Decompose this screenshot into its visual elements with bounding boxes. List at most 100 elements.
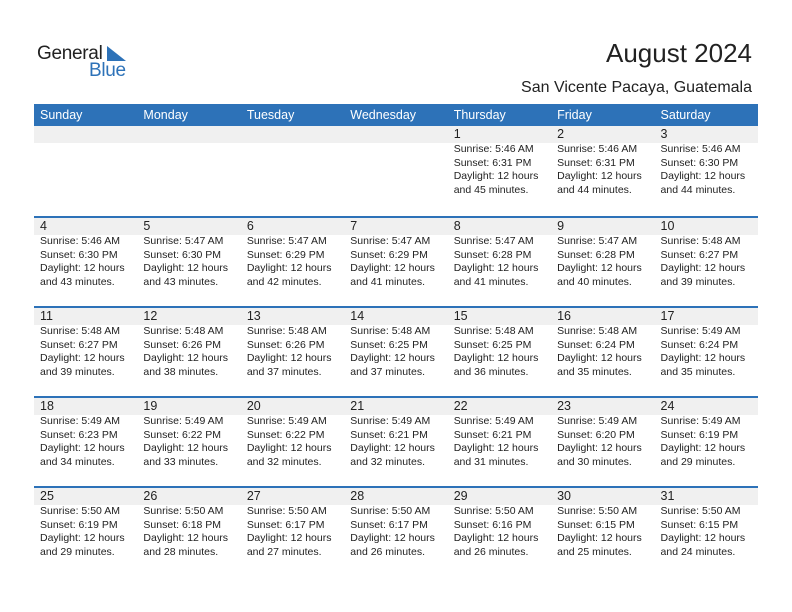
- daylight-text: and 45 minutes.: [453, 183, 529, 196]
- sunset-text: Sunset: 6:26 PM: [143, 338, 222, 351]
- day-cell: 23 Sunrise: 5:49 AM Sunset: 6:20 PM Dayligh…: [551, 398, 654, 469]
- sunrise-text: Sunrise: 5:49 AM: [557, 415, 638, 427]
- day-number: 9: [557, 219, 565, 233]
- daylight-text: Daylight: 12 hours: [143, 262, 229, 274]
- daylight-text: Daylight: 12 hours: [660, 170, 746, 182]
- daylight-text: and 27 minutes.: [246, 545, 322, 558]
- daylight-text: Daylight: 12 hours: [453, 170, 539, 182]
- daylight-text: Daylight: 12 hours: [557, 352, 642, 364]
- daylight-text: and 35 minutes.: [660, 365, 736, 378]
- day-number: 19: [143, 399, 158, 413]
- day-cell: 27 Sunrise: 5:50 AM Sunset: 6:17 PM Dayligh…: [241, 488, 344, 559]
- sunrise-text: Sunrise: 5:49 AM: [660, 415, 741, 427]
- day-number: 30: [557, 489, 572, 503]
- sunrise-text: Sunrise: 5:48 AM: [660, 235, 741, 247]
- sunrise-text: Sunrise: 5:48 AM: [246, 325, 327, 337]
- daylight-text: and 37 minutes.: [350, 365, 425, 378]
- sunset-text: Sunset: 6:19 PM: [40, 518, 118, 531]
- daylight-text: Daylight: 12 hours: [246, 352, 332, 364]
- sunset-text: Sunset: 6:19 PM: [660, 428, 739, 441]
- day-number: 14: [350, 309, 365, 323]
- day-number: 31: [660, 489, 675, 503]
- week-row: 25 Sunrise: 5:50 AM Sunset: 6:19 PM Dayligh…: [34, 486, 758, 576]
- sunset-text: Sunset: 6:22 PM: [143, 428, 222, 441]
- daylight-text: Daylight: 12 hours: [660, 532, 746, 544]
- sunset-text: Sunset: 6:28 PM: [557, 248, 635, 261]
- daylight-text: Daylight: 12 hours: [557, 262, 642, 274]
- sunrise-text: Sunrise: 5:49 AM: [660, 325, 741, 337]
- daylight-text: Daylight: 12 hours: [660, 442, 746, 454]
- sunrise-text: Sunrise: 5:46 AM: [557, 143, 638, 155]
- daylight-text: and 32 minutes.: [350, 455, 425, 468]
- daylight-text: and 43 minutes.: [143, 275, 219, 288]
- location-subtitle: San Vicente Pacaya, Guatemala: [521, 79, 752, 96]
- sunrise-text: Sunrise: 5:48 AM: [453, 325, 534, 337]
- daylight-text: Daylight: 12 hours: [40, 352, 125, 364]
- daylight-text: Daylight: 12 hours: [143, 352, 229, 364]
- day-cell: 13 Sunrise: 5:48 AM Sunset: 6:26 PM Dayligh…: [241, 308, 344, 379]
- day-cell: 5 Sunrise: 5:47 AM Sunset: 6:30 PM Daylight…: [137, 218, 240, 289]
- sunset-text: Sunset: 6:27 PM: [40, 338, 118, 351]
- sunset-text: Sunset: 6:30 PM: [143, 248, 222, 261]
- day-number: 23: [557, 399, 572, 413]
- sunset-text: Sunset: 6:20 PM: [557, 428, 635, 441]
- day-number: 15: [453, 309, 468, 323]
- day-number: 4: [40, 219, 47, 233]
- sunrise-text: Sunrise: 5:46 AM: [453, 143, 534, 155]
- day-cell: 2 Sunrise: 5:46 AM Sunset: 6:31 PM Daylight…: [551, 126, 654, 197]
- day-cells: 4 Sunrise: 5:46 AM Sunset: 6:30 PM Daylight…: [34, 218, 758, 289]
- day-number: 28: [350, 489, 365, 503]
- daylight-text: and 41 minutes.: [350, 275, 425, 288]
- day-cell: 4 Sunrise: 5:46 AM Sunset: 6:30 PM Daylight…: [34, 218, 137, 289]
- day-number: 10: [660, 219, 675, 233]
- sunrise-text: Sunrise: 5:50 AM: [660, 505, 741, 517]
- week-row: 18 Sunrise: 5:49 AM Sunset: 6:23 PM Dayligh…: [34, 396, 758, 486]
- day-number: 2: [557, 127, 565, 141]
- day-number: 27: [246, 489, 261, 503]
- sunrise-text: Sunrise: 5:48 AM: [40, 325, 120, 337]
- day-number: 16: [557, 309, 572, 323]
- empty-day-cell: [34, 126, 137, 197]
- day-cell: 29 Sunrise: 5:50 AM Sunset: 6:16 PM Dayligh…: [448, 488, 551, 559]
- daylight-text: and 29 minutes.: [40, 545, 115, 558]
- sunset-text: Sunset: 6:28 PM: [453, 248, 532, 261]
- weekday-wednesday: Wednesday: [350, 108, 417, 122]
- daylight-text: and 24 minutes.: [660, 545, 736, 558]
- day-cell: 20 Sunrise: 5:49 AM Sunset: 6:22 PM Dayligh…: [241, 398, 344, 469]
- sunrise-text: Sunrise: 5:47 AM: [143, 235, 224, 247]
- day-cell: 18 Sunrise: 5:49 AM Sunset: 6:23 PM Dayligh…: [34, 398, 137, 469]
- sunrise-text: Sunrise: 5:47 AM: [350, 235, 431, 247]
- week-row: 4 Sunrise: 5:46 AM Sunset: 6:30 PM Daylight…: [34, 216, 758, 306]
- sunrise-text: Sunrise: 5:48 AM: [350, 325, 431, 337]
- daylight-text: Daylight: 12 hours: [557, 532, 642, 544]
- day-cell: 14 Sunrise: 5:48 AM Sunset: 6:25 PM Dayligh…: [344, 308, 447, 379]
- sunrise-text: Sunrise: 5:50 AM: [40, 505, 120, 517]
- sunset-text: Sunset: 6:26 PM: [246, 338, 325, 351]
- daylight-text: and 26 minutes.: [453, 545, 529, 558]
- daylight-text: Daylight: 12 hours: [557, 170, 642, 182]
- day-cell: 26 Sunrise: 5:50 AM Sunset: 6:18 PM Dayligh…: [137, 488, 240, 559]
- daylight-text: Daylight: 12 hours: [557, 442, 642, 454]
- daylight-text: Daylight: 12 hours: [453, 352, 539, 364]
- empty-day-cell: [137, 126, 240, 197]
- daylight-text: Daylight: 12 hours: [350, 262, 435, 274]
- sunset-text: Sunset: 6:16 PM: [453, 518, 532, 531]
- day-number: 22: [453, 399, 468, 413]
- day-cell: 15 Sunrise: 5:48 AM Sunset: 6:25 PM Dayligh…: [448, 308, 551, 379]
- day-number: 18: [40, 399, 54, 413]
- day-cell: 30 Sunrise: 5:50 AM Sunset: 6:15 PM Dayligh…: [551, 488, 654, 559]
- day-cell: 24 Sunrise: 5:49 AM Sunset: 6:19 PM Dayligh…: [655, 398, 758, 469]
- day-number: 12: [143, 309, 158, 323]
- day-cell: 19 Sunrise: 5:49 AM Sunset: 6:22 PM Dayligh…: [137, 398, 240, 469]
- sunrise-text: Sunrise: 5:47 AM: [453, 235, 534, 247]
- daylight-text: and 32 minutes.: [246, 455, 322, 468]
- day-number: 17: [660, 309, 675, 323]
- empty-day-cell: [344, 126, 447, 197]
- sunset-text: Sunset: 6:24 PM: [660, 338, 739, 351]
- logo: General Blue: [37, 43, 137, 83]
- sunset-text: Sunset: 6:17 PM: [246, 518, 325, 531]
- day-cells: 25 Sunrise: 5:50 AM Sunset: 6:19 PM Dayligh…: [34, 488, 758, 559]
- day-number: 24: [660, 399, 675, 413]
- daylight-text: Daylight: 12 hours: [143, 442, 229, 454]
- daylight-text: Daylight: 12 hours: [453, 442, 539, 454]
